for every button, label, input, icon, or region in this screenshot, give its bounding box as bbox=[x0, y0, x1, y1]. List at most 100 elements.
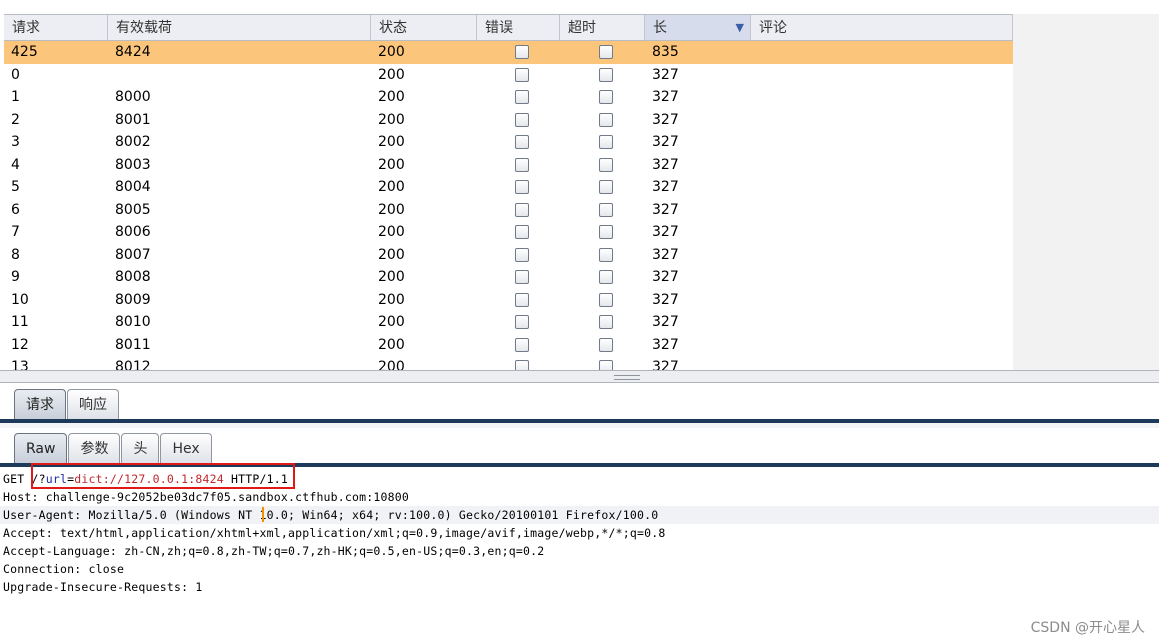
error-checkbox[interactable] bbox=[515, 157, 529, 172]
tab-raw[interactable]: Raw bbox=[14, 433, 68, 464]
error-checkbox[interactable] bbox=[515, 45, 529, 60]
cell-request: 7 bbox=[11, 224, 20, 241]
timeout-checkbox[interactable] bbox=[599, 337, 613, 352]
error-checkbox[interactable] bbox=[515, 180, 529, 195]
cell-payload: 8000 bbox=[115, 89, 151, 106]
timeout-checkbox[interactable] bbox=[599, 135, 613, 150]
table-row[interactable]: 9 8008 200 327 bbox=[4, 266, 1013, 289]
timeout-checkbox-cell bbox=[560, 45, 645, 60]
cell-length: 327 bbox=[652, 314, 679, 331]
message-tabs: 请求 响应 bbox=[0, 383, 1159, 420]
error-checkbox[interactable] bbox=[515, 292, 529, 307]
error-checkbox[interactable] bbox=[515, 225, 529, 240]
timeout-checkbox[interactable] bbox=[599, 315, 613, 330]
error-checkbox[interactable] bbox=[515, 90, 529, 105]
tab-request[interactable]: 请求 bbox=[14, 389, 66, 420]
tab-hex[interactable]: Hex bbox=[160, 433, 212, 464]
table-row[interactable]: 13 8012 200 327 bbox=[4, 356, 1013, 370]
error-checkbox[interactable] bbox=[515, 315, 529, 330]
error-checkbox[interactable] bbox=[515, 202, 529, 217]
text-caret bbox=[262, 507, 264, 522]
param-value: dict://127.0.0.1:8424 bbox=[74, 472, 224, 486]
timeout-checkbox[interactable] bbox=[599, 270, 613, 285]
cell-length: 327 bbox=[652, 134, 679, 151]
timeout-checkbox[interactable] bbox=[599, 157, 613, 172]
timeout-checkbox[interactable] bbox=[599, 202, 613, 217]
header-line-connection: Connection: close bbox=[3, 562, 125, 576]
table-row[interactable]: 12 8011 200 327 bbox=[4, 334, 1013, 357]
timeout-checkbox[interactable] bbox=[599, 292, 613, 307]
cell-status: 200 bbox=[378, 359, 405, 370]
timeout-checkbox-cell bbox=[560, 247, 645, 262]
cell-payload: 8011 bbox=[115, 336, 151, 353]
error-checkbox[interactable] bbox=[515, 112, 529, 127]
timeout-checkbox-cell bbox=[560, 337, 645, 352]
table-row[interactable]: 8 8007 200 327 bbox=[4, 244, 1013, 267]
error-checkbox[interactable] bbox=[515, 135, 529, 150]
col-header-timeout[interactable]: 超时 bbox=[560, 15, 645, 40]
timeout-checkbox-cell bbox=[560, 135, 645, 150]
col-header-status[interactable]: 状态 bbox=[371, 15, 477, 40]
pane-splitter[interactable] bbox=[0, 370, 1159, 383]
table-row[interactable]: 7 8006 200 327 bbox=[4, 221, 1013, 244]
table-row[interactable]: 1 8000 200 327 bbox=[4, 86, 1013, 109]
cell-status: 200 bbox=[378, 111, 405, 128]
cell-length: 327 bbox=[652, 156, 679, 173]
raw-request-editor[interactable]: GET /?url=dict://127.0.0.1:8424 HTTP/1.1… bbox=[0, 470, 1159, 596]
col-header-comment[interactable]: 评论 bbox=[751, 15, 1013, 40]
tab-response[interactable]: 响应 bbox=[67, 389, 119, 420]
col-header-error[interactable]: 错误 bbox=[477, 15, 560, 40]
table-row[interactable]: 4 8003 200 327 bbox=[4, 154, 1013, 177]
table-row[interactable]: 2 8001 200 327 bbox=[4, 109, 1013, 132]
error-checkbox-cell bbox=[477, 225, 560, 240]
cell-status: 200 bbox=[378, 89, 405, 106]
table-row[interactable]: 425 8424 200 835 bbox=[4, 41, 1013, 64]
splitter-grip-icon bbox=[614, 375, 640, 380]
col-header-length[interactable]: 长 ▼ bbox=[645, 15, 751, 40]
tab-params[interactable]: 参数 bbox=[68, 433, 121, 464]
error-checkbox-cell bbox=[477, 202, 560, 217]
cell-status: 200 bbox=[378, 246, 405, 263]
col-header-payload[interactable]: 有效载荷 bbox=[108, 15, 371, 40]
error-checkbox[interactable] bbox=[515, 270, 529, 285]
table-row[interactable]: 10 8009 200 327 bbox=[4, 289, 1013, 312]
timeout-checkbox[interactable] bbox=[599, 90, 613, 105]
cell-payload: 8002 bbox=[115, 134, 151, 151]
timeout-checkbox-cell bbox=[560, 202, 645, 217]
table-row[interactable]: 6 8005 200 327 bbox=[4, 199, 1013, 222]
table-row[interactable]: 5 8004 200 327 bbox=[4, 176, 1013, 199]
table-row[interactable]: 3 8002 200 327 bbox=[4, 131, 1013, 154]
cell-status: 200 bbox=[378, 336, 405, 353]
cell-request: 425 bbox=[11, 44, 38, 61]
error-checkbox[interactable] bbox=[515, 247, 529, 262]
cell-status: 200 bbox=[378, 66, 405, 83]
cell-payload: 8006 bbox=[115, 224, 151, 241]
cell-request: 5 bbox=[11, 179, 20, 196]
timeout-checkbox[interactable] bbox=[599, 112, 613, 127]
timeout-checkbox[interactable] bbox=[599, 360, 613, 370]
timeout-checkbox[interactable] bbox=[599, 247, 613, 262]
empty-panel-area bbox=[1013, 14, 1159, 370]
tab-headers[interactable]: 头 bbox=[121, 433, 160, 464]
col-header-request[interactable]: 请求 bbox=[4, 15, 108, 40]
cell-status: 200 bbox=[378, 201, 405, 218]
timeout-checkbox-cell bbox=[560, 157, 645, 172]
error-checkbox[interactable] bbox=[515, 67, 529, 82]
timeout-checkbox-cell bbox=[560, 270, 645, 285]
table-row[interactable]: 0 200 327 bbox=[4, 64, 1013, 87]
cell-request: 9 bbox=[11, 269, 20, 286]
error-checkbox[interactable] bbox=[515, 360, 529, 370]
header-line-accept: Accept: text/html,application/xhtml+xml,… bbox=[3, 526, 666, 540]
cell-payload: 8001 bbox=[115, 111, 151, 128]
timeout-checkbox-cell bbox=[560, 360, 645, 370]
timeout-checkbox[interactable] bbox=[599, 225, 613, 240]
request-method: GET bbox=[3, 472, 32, 486]
timeout-checkbox[interactable] bbox=[599, 180, 613, 195]
timeout-checkbox[interactable] bbox=[599, 45, 613, 60]
param-name: url bbox=[45, 472, 68, 486]
table-row[interactable]: 11 8010 200 327 bbox=[4, 311, 1013, 334]
header-line-host: Host: challenge-9c2052be03dc7f05.sandbox… bbox=[3, 490, 410, 504]
cell-payload: 8004 bbox=[115, 179, 151, 196]
error-checkbox[interactable] bbox=[515, 337, 529, 352]
timeout-checkbox[interactable] bbox=[599, 67, 613, 82]
